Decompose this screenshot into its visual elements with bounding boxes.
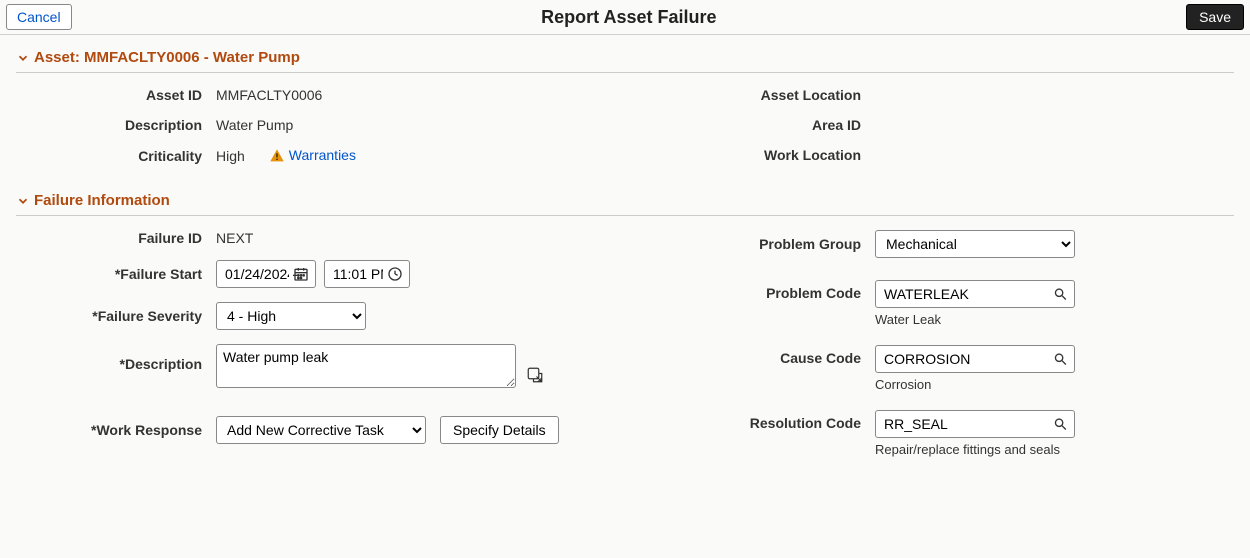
label-problem-group: Problem Group [685, 236, 875, 252]
label-description: Description [16, 117, 216, 133]
failure-severity-select[interactable]: 4 - High [216, 302, 366, 330]
failure-description-textarea[interactable]: Water pump leak [216, 344, 516, 388]
asset-section-header[interactable]: Asset: MMFACLTY0006 - Water Pump [16, 49, 1234, 73]
search-icon[interactable] [1053, 286, 1068, 302]
value-criticality: High [216, 148, 245, 164]
resolution-code-lookup[interactable] [875, 410, 1075, 438]
failure-section: Failure Information Failure ID NEXT *Fai… [0, 192, 1250, 471]
failure-start-time[interactable] [324, 260, 410, 288]
failure-start-date-input[interactable] [217, 261, 293, 287]
problem-group-select[interactable]: Mechanical [875, 230, 1075, 258]
asset-section-title: Asset: MMFACLTY0006 - Water Pump [34, 49, 300, 66]
label-resolution-code: Resolution Code [685, 410, 875, 431]
label-work-location: Work Location [685, 147, 875, 163]
save-button[interactable]: Save [1186, 4, 1244, 30]
expand-text-icon[interactable] [526, 366, 544, 384]
page-title: Report Asset Failure [72, 7, 1186, 28]
label-failure-severity: *Failure Severity [16, 308, 216, 324]
warranties-link[interactable]: Warranties [269, 147, 356, 164]
chevron-down-icon [16, 51, 30, 65]
value-failure-id: NEXT [216, 230, 253, 246]
cause-code-input[interactable] [876, 346, 1053, 372]
cause-code-lookup[interactable] [875, 345, 1075, 373]
problem-code-input[interactable] [876, 281, 1053, 307]
resolution-code-input[interactable] [876, 411, 1053, 437]
failure-start-time-input[interactable] [325, 261, 387, 287]
specify-details-button[interactable]: Specify Details [440, 416, 559, 444]
header-bar: Cancel Report Asset Failure Save [0, 0, 1250, 35]
asset-section: Asset: MMFACLTY0006 - Water Pump Asset I… [0, 49, 1250, 178]
search-icon[interactable] [1053, 351, 1068, 367]
warning-icon [269, 148, 285, 164]
label-failure-description: *Description [16, 344, 216, 372]
failure-start-date[interactable] [216, 260, 316, 288]
label-cause-code: Cause Code [685, 345, 875, 366]
label-failure-id: Failure ID [16, 230, 216, 246]
label-asset-location: Asset Location [685, 87, 875, 103]
label-area-id: Area ID [685, 117, 875, 133]
cancel-button[interactable]: Cancel [6, 4, 72, 30]
warranties-label: Warranties [289, 147, 356, 163]
failure-section-header[interactable]: Failure Information [16, 192, 1234, 216]
clock-icon[interactable] [387, 266, 403, 282]
resolution-code-desc: Repair/replace fittings and seals [875, 438, 1075, 457]
label-criticality: Criticality [16, 148, 216, 164]
label-asset-id: Asset ID [16, 87, 216, 103]
calendar-icon[interactable] [293, 266, 309, 282]
value-asset-id: MMFACLTY0006 [216, 87, 322, 103]
value-description: Water Pump [216, 117, 293, 133]
cause-code-desc: Corrosion [875, 373, 1075, 392]
work-response-select[interactable]: Add New Corrective Task [216, 416, 426, 444]
chevron-down-icon [16, 194, 30, 208]
label-problem-code: Problem Code [685, 280, 875, 301]
search-icon[interactable] [1053, 416, 1068, 432]
label-work-response: *Work Response [16, 422, 216, 438]
failure-section-title: Failure Information [34, 192, 170, 209]
label-failure-start: *Failure Start [16, 266, 216, 282]
problem-code-desc: Water Leak [875, 308, 1075, 327]
problem-code-lookup[interactable] [875, 280, 1075, 308]
